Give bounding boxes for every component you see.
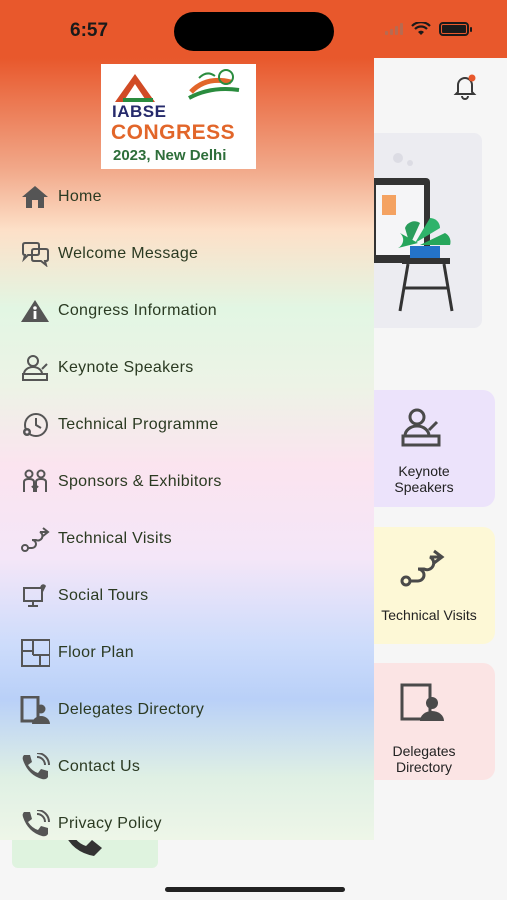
plant-illustration-icon [370,153,454,312]
menu-item-label: Keynote Speakers [58,359,194,376]
cellular-signal-icon [385,23,403,35]
congress-logo: IABSE CONGRESS 2023, New Delhi [101,64,256,169]
phone-icon [18,752,52,782]
status-bar: 6:57 [0,0,507,58]
speaker-icon [401,408,441,447]
menu-item-sponsors-exhibitors[interactable]: Sponsors & Exhibitors [18,464,358,500]
menu-item-home[interactable]: Home [18,179,358,215]
directory-icon [18,695,52,725]
chat-bubbles-icon [18,239,52,269]
menu-item-label: Technical Visits [58,530,172,547]
clock-gear-icon [18,410,52,440]
notification-bell-icon[interactable] [450,72,480,107]
status-icons [385,22,472,36]
floor-plan-icon [18,638,52,668]
menu-item-label: Welcome Message [58,245,199,262]
battery-icon [439,22,472,36]
menu-item-label: Privacy Policy [58,815,162,832]
wifi-icon [411,22,431,35]
home-indicator[interactable] [165,887,345,892]
status-time: 6:57 [70,20,109,41]
directory-icon [400,683,444,721]
menu-item-contact-us[interactable]: Contact Us [18,749,358,785]
menu-item-delegates-directory[interactable]: Delegates Directory [18,692,358,728]
logo-graphic-icon [115,69,240,102]
menu-item-label: Contact Us [58,758,141,775]
dynamic-island [174,12,334,51]
keynote-speakers-tile-label: Keynote Speakers [394,463,454,495]
menu-item-technical-visits[interactable]: Technical Visits [18,521,358,557]
menu-item-label: Home [58,188,102,205]
promo-banner[interactable] [360,133,482,328]
menu-item-label: Congress Information [58,302,217,319]
menu-item-floor-plan[interactable]: Floor Plan [18,635,358,671]
route-icon [400,549,445,587]
menu-item-label: Delegates Directory [58,701,205,718]
menu-item-congress-information[interactable]: Congress Information [18,293,358,329]
menu-item-keynote-speakers[interactable]: Keynote Speakers [18,350,358,386]
menu-item-social-tours[interactable]: Social Tours [18,578,358,614]
menu-item-label: Social Tours [58,587,149,604]
delegates-directory-tile-label: Delegates Directory [392,743,456,775]
logo-congress-text: CONGRESS [111,121,236,144]
people-icon [18,467,52,497]
menu-item-label: Sponsors & Exhibitors [58,473,222,490]
monitor-pin-icon [18,581,52,611]
speaker-icon [18,353,52,383]
menu-item-privacy-policy[interactable]: Privacy Policy [18,806,358,842]
menu-item-technical-programme[interactable]: Technical Programme [18,407,358,443]
phone-shield-icon [18,809,52,839]
home-icon [18,182,52,212]
technical-visits-tile-label: Technical Visits [381,607,477,623]
menu-item-label: Floor Plan [58,644,134,661]
menu-item-welcome-message[interactable]: Welcome Message [18,236,358,272]
menu-item-label: Technical Programme [58,416,219,433]
navigation-drawer: IABSE CONGRESS 2023, New Delhi Home Welc… [0,58,374,840]
info-icon [18,296,52,326]
logo-city-text: 2023, New Delhi [113,147,227,164]
logo-iabse-text: IABSE [112,102,167,121]
route-icon [18,524,52,554]
